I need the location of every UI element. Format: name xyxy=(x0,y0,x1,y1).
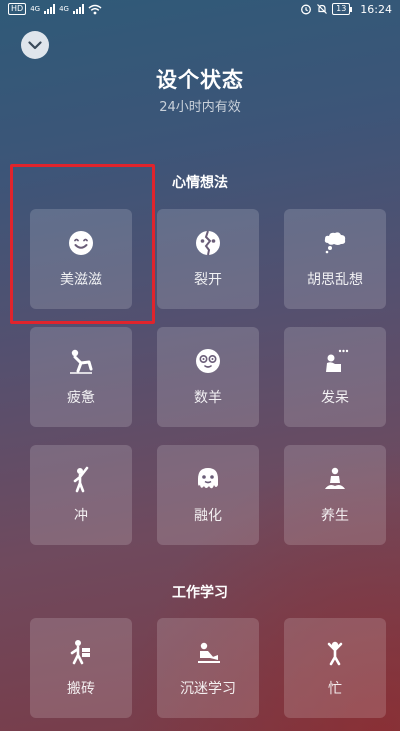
sim1-label: 4G xyxy=(30,5,41,13)
sim2-label: 4G xyxy=(59,5,69,13)
mute-bell-icon xyxy=(317,4,328,14)
meditating-person-icon xyxy=(325,467,345,489)
melting-face-icon xyxy=(198,468,218,489)
status-tile-liekai[interactable]: 裂开 xyxy=(157,209,259,309)
status-label: 融化 xyxy=(194,508,222,524)
page-subtitle: 24小时内有效 xyxy=(159,100,241,115)
section-title-mood: 心情想法 xyxy=(172,175,228,191)
status-bar-right: 13 16:24 xyxy=(300,3,392,16)
thought-bubble-icon xyxy=(324,232,346,254)
smile-face-icon xyxy=(69,231,93,255)
battery-icon: 13 xyxy=(332,3,353,15)
status-tile-yangsheng[interactable]: 养生 xyxy=(284,445,386,545)
status-label: 裂开 xyxy=(194,272,222,288)
cracked-face-icon xyxy=(196,230,220,256)
status-bar-left: HD 4G 4G xyxy=(8,3,102,15)
busy-person-icon xyxy=(327,641,343,666)
daze-person-icon xyxy=(326,349,349,372)
signal-strength-icon xyxy=(44,4,56,14)
signal-strength-2-icon xyxy=(72,4,84,14)
status-label: 疲惫 xyxy=(67,390,95,406)
page-title: 设个状态 xyxy=(156,68,244,92)
alarm-icon xyxy=(301,4,312,15)
status-tile-husiluanxiang[interactable]: 胡思乱想 xyxy=(284,209,386,309)
status-tile-chenmixuexi[interactable]: 沉迷学习 xyxy=(157,618,259,718)
status-bar: HD 4G 4G 13 16:24 xyxy=(0,0,400,18)
status-tile-chong[interactable]: 冲 xyxy=(30,445,132,545)
studying-person-icon xyxy=(198,642,220,663)
status-label: 冲 xyxy=(74,508,88,524)
status-tile-banzhuan[interactable]: 搬砖 xyxy=(30,618,132,718)
status-tile-ronghua[interactable]: 融化 xyxy=(157,445,259,545)
status-tile-pibei[interactable]: 疲惫 xyxy=(30,327,132,427)
status-label: 发呆 xyxy=(321,390,349,406)
hd-badge: HD xyxy=(8,3,27,15)
status-tile-fadai[interactable]: 发呆 xyxy=(284,327,386,427)
status-tile-shuyang[interactable]: 数羊 xyxy=(157,327,259,427)
wifi-icon xyxy=(88,4,102,14)
cheering-person-icon xyxy=(73,466,89,493)
chevron-down-icon xyxy=(28,40,42,49)
status-tile-mang[interactable]: 忙 xyxy=(284,618,386,718)
carrying-bricks-icon xyxy=(70,640,90,665)
clock-time: 16:24 xyxy=(360,2,392,16)
status-label: 美滋滋 xyxy=(60,272,102,288)
collapse-button[interactable] xyxy=(21,31,49,59)
status-label: 胡思乱想 xyxy=(307,272,363,288)
sheep-face-icon xyxy=(196,349,220,373)
status-label: 忙 xyxy=(328,681,342,697)
battery-level: 13 xyxy=(336,4,347,13)
status-tile-meizizi[interactable]: 美滋滋 xyxy=(30,209,132,309)
section-title-work: 工作学习 xyxy=(172,585,228,601)
tired-person-icon xyxy=(70,349,93,374)
status-label: 数羊 xyxy=(194,390,222,406)
status-label: 养生 xyxy=(321,508,349,524)
status-label: 搬砖 xyxy=(67,681,95,697)
status-label: 沉迷学习 xyxy=(180,681,236,697)
